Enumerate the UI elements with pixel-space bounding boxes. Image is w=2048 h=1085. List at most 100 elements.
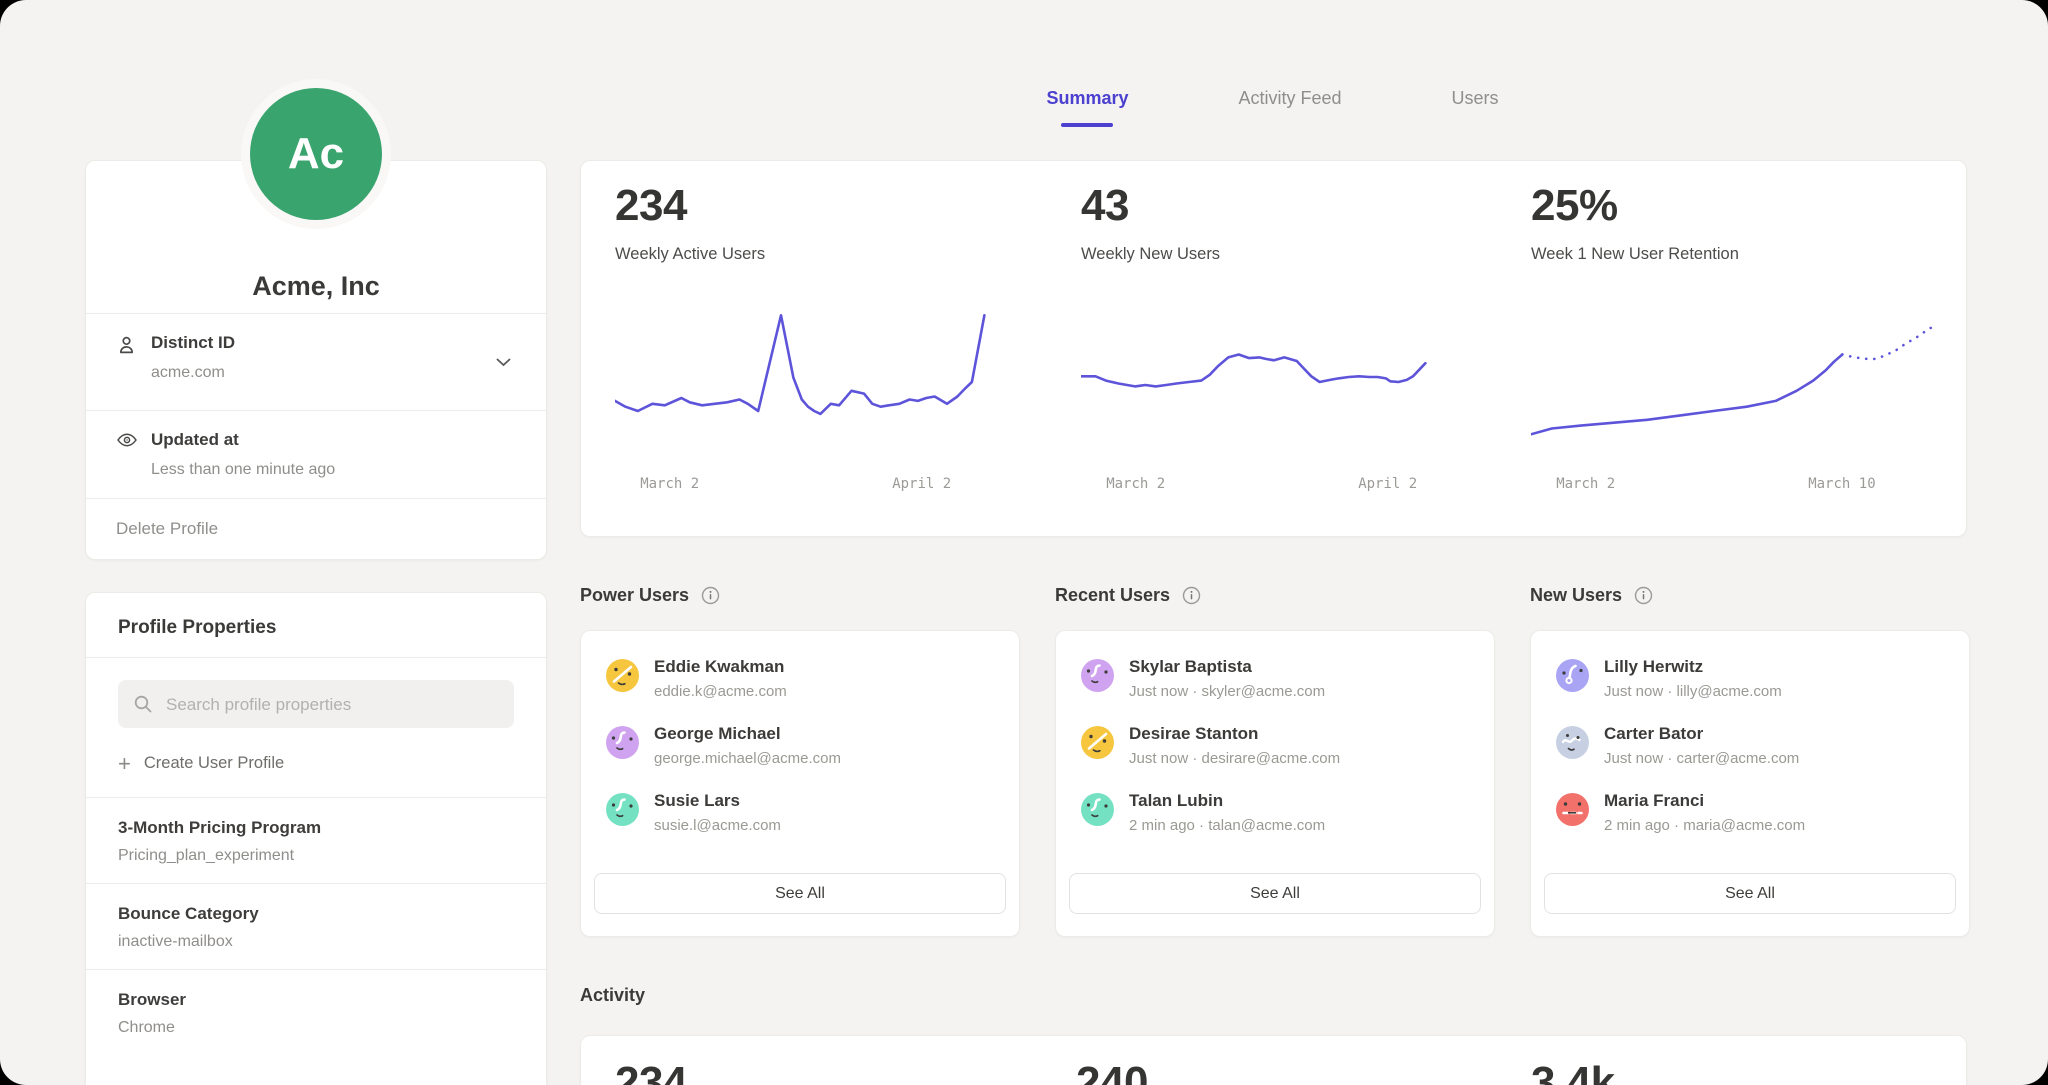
x-tick: April 2 <box>1358 476 1417 492</box>
profile-properties-card: Profile Properties + Create User Profile… <box>85 592 547 1085</box>
property-name: 3-Month Pricing Program <box>118 818 514 838</box>
user-row[interactable]: Talan Lubin 2 min ago · talan@acme.com <box>1081 791 1469 843</box>
user-name: George Michael <box>654 724 781 744</box>
user-row[interactable]: Eddie Kwakman eddie.k@acme.com <box>606 657 994 709</box>
property-value: Chrome <box>118 1019 514 1037</box>
stat-label: Weekly New Users <box>1081 245 1220 264</box>
user-name: Talan Lubin <box>1129 791 1223 811</box>
info-icon[interactable] <box>1182 586 1201 605</box>
user-name: Skylar Baptista <box>1129 657 1252 677</box>
search-input[interactable] <box>164 680 504 730</box>
eye-icon <box>116 431 138 454</box>
stat-weekly-active-users: 234 Weekly Active Users March 2 April 2 <box>615 161 1035 536</box>
user-detail: 2 min ago · maria@acme.com <box>1604 817 1805 834</box>
property-name: Browser <box>118 990 514 1010</box>
search-icon <box>133 694 153 714</box>
activity-stat-value: 234 <box>615 1058 687 1085</box>
user-avatar <box>606 726 639 759</box>
x-tick: March 2 <box>1106 476 1165 492</box>
x-tick: March 10 <box>1808 476 1875 492</box>
tab-bar: Summary Activity Feed Users <box>580 88 1965 127</box>
field-updated-at: Updated at Less than one minute ago <box>86 410 546 499</box>
user-detail: george.michael@acme.com <box>654 750 841 767</box>
user-row[interactable]: Skylar Baptista Just now · skyler@acme.c… <box>1081 657 1469 709</box>
user-row[interactable]: George Michael george.michael@acme.com <box>606 724 994 776</box>
create-user-profile-label: Create User Profile <box>144 754 284 773</box>
property-name: Bounce Category <box>118 904 514 924</box>
see-all-button[interactable]: See All <box>1544 873 1956 914</box>
tab-users[interactable]: Users <box>1452 88 1499 127</box>
user-row[interactable]: Lilly Herwitz Just now · lilly@acme.com <box>1556 657 1944 709</box>
activity-stat-value: 240 <box>1076 1058 1148 1085</box>
x-tick: April 2 <box>892 476 951 492</box>
user-row[interactable]: Carter Bator Just now · carter@acme.com <box>1556 724 1944 776</box>
recent-users-card: Skylar Baptista Just now · skyler@acme.c… <box>1055 630 1495 937</box>
stat-label: Week 1 New User Retention <box>1531 245 1739 264</box>
user-name: Lilly Herwitz <box>1604 657 1703 677</box>
user-avatar <box>1556 659 1589 692</box>
power-users-header: Power Users <box>580 585 720 606</box>
user-name: Maria Franci <box>1604 791 1704 811</box>
stat-value: 43 <box>1081 181 1129 231</box>
company-avatar-initials: Ac <box>288 129 344 179</box>
profile-card: Acme, Inc Distinct ID acme.com <box>85 160 547 560</box>
property-row-bounce-category[interactable]: Bounce Category inactive-mailbox <box>86 883 546 969</box>
weekly-new-users-sparkline <box>1081 311 1496 456</box>
new-users-header: New Users <box>1530 585 1653 606</box>
user-name: Desirae Stanton <box>1129 724 1258 744</box>
stat-value: 25% <box>1531 181 1618 231</box>
search-profile-properties[interactable] <box>118 680 514 728</box>
property-value: inactive-mailbox <box>118 933 514 951</box>
user-detail: Just now · carter@acme.com <box>1604 750 1799 767</box>
app-window: Ac Acme, Inc Distinct ID acme.com <box>0 0 2048 1085</box>
property-row-browser[interactable]: Browser Chrome <box>86 969 546 1055</box>
user-row[interactable]: Maria Franci 2 min ago · maria@acme.com <box>1556 791 1944 843</box>
section-title: Power Users <box>580 585 689 606</box>
field-label: Distinct ID <box>151 333 235 353</box>
stat-value: 234 <box>615 181 687 231</box>
weekly-active-users-sparkline <box>615 311 1030 456</box>
user-avatar <box>1081 726 1114 759</box>
company-avatar: Ac <box>250 88 382 220</box>
user-name: Susie Lars <box>654 791 740 811</box>
user-name: Eddie Kwakman <box>654 657 784 677</box>
user-avatar <box>1556 793 1589 826</box>
user-avatar <box>1081 793 1114 826</box>
see-all-button[interactable]: See All <box>1069 873 1481 914</box>
user-avatar <box>606 659 639 692</box>
company-name: Acme, Inc <box>86 271 546 302</box>
stat-weekly-new-users: 43 Weekly New Users March 2 April 2 <box>1081 161 1501 536</box>
tab-activity-feed[interactable]: Activity Feed <box>1238 88 1341 127</box>
tab-summary[interactable]: Summary <box>1046 88 1128 127</box>
user-detail: Just now · skyler@acme.com <box>1129 683 1325 700</box>
user-detail: Just now · desirare@acme.com <box>1129 750 1340 767</box>
user-name: Carter Bator <box>1604 724 1703 744</box>
property-row-pricing-program[interactable]: 3-Month Pricing Program Pricing_plan_exp… <box>86 797 546 883</box>
plus-icon: + <box>118 757 131 771</box>
property-value: Pricing_plan_experiment <box>118 847 514 865</box>
activity-title: Activity <box>580 985 645 1006</box>
person-icon <box>116 334 137 361</box>
chevron-down-icon[interactable] <box>496 354 511 372</box>
recent-users-header: Recent Users <box>1055 585 1201 606</box>
field-label: Updated at <box>151 430 239 450</box>
activity-card: 234 240 3.4k <box>580 1035 1967 1085</box>
info-icon[interactable] <box>701 586 720 605</box>
field-value: Less than one minute ago <box>151 461 335 479</box>
user-avatar <box>606 793 639 826</box>
delete-profile-button[interactable]: Delete Profile <box>86 498 546 559</box>
new-users-card: Lilly Herwitz Just now · lilly@acme.com … <box>1530 630 1970 937</box>
see-all-button[interactable]: See All <box>594 873 1006 914</box>
x-tick: March 2 <box>640 476 699 492</box>
create-user-profile-button[interactable]: + Create User Profile <box>118 754 284 773</box>
profile-properties-title: Profile Properties <box>86 593 546 657</box>
user-row[interactable]: Desirae Stanton Just now · desirare@acme… <box>1081 724 1469 776</box>
x-tick: March 2 <box>1556 476 1615 492</box>
info-icon[interactable] <box>1634 586 1653 605</box>
power-users-card: Eddie Kwakman eddie.k@acme.com George Mi… <box>580 630 1020 937</box>
summary-stats-card: 234 Weekly Active Users March 2 April 2 … <box>580 160 1967 537</box>
user-avatar <box>1556 726 1589 759</box>
user-detail: eddie.k@acme.com <box>654 683 787 700</box>
user-row[interactable]: Susie Lars susie.l@acme.com <box>606 791 994 843</box>
activity-stat-value: 3.4k <box>1531 1058 1615 1085</box>
